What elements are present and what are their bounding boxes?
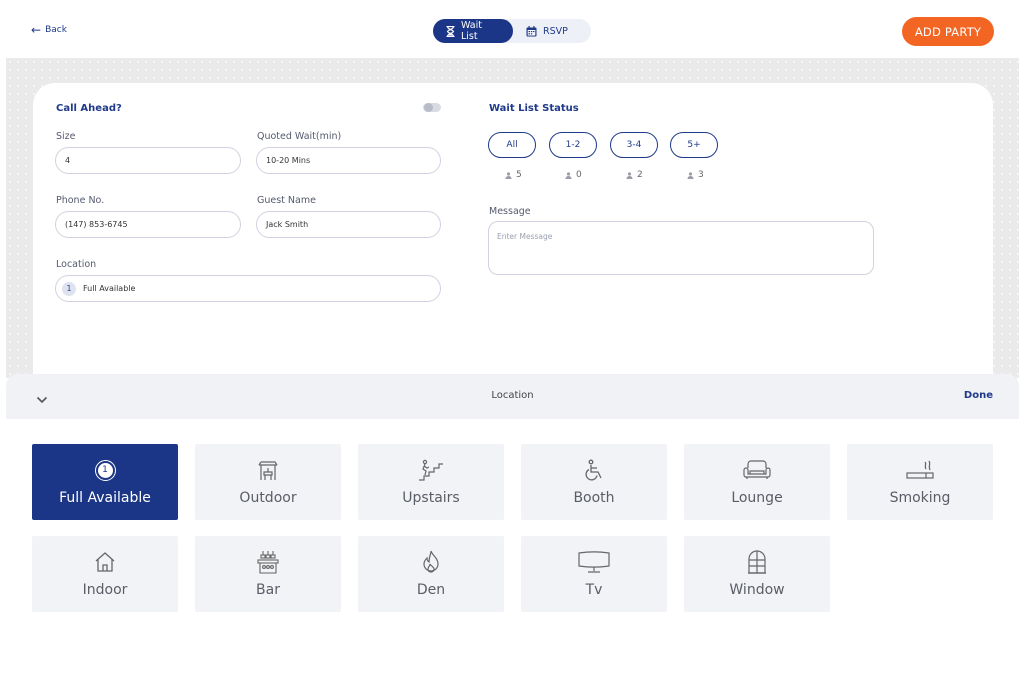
quoted-wait-label: Quoted Wait(min) (257, 131, 342, 142)
person-icon (626, 171, 633, 179)
stairs-icon (418, 458, 444, 482)
location-option-upstairs[interactable]: Upstairs (358, 444, 504, 520)
guest-name-label: Guest Name (257, 195, 316, 206)
count-1-2: 0 (565, 170, 582, 180)
message-label: Message (489, 206, 531, 217)
add-party-button[interactable]: ADD PARTY (902, 17, 994, 46)
person-icon (505, 171, 512, 179)
phone-input[interactable]: (147) 853-6745 (55, 211, 241, 238)
location-option-label: Booth (573, 490, 615, 506)
location-option-tv[interactable]: Tv (521, 536, 667, 612)
count-3-4: 2 (626, 170, 643, 180)
location-option-den[interactable]: Den (358, 536, 504, 612)
arrow-left-icon: ← (31, 23, 42, 37)
location-option-label: Smoking (889, 490, 951, 506)
location-option-full-available[interactable]: 1 Full Available (32, 444, 178, 520)
location-option-label: Upstairs (402, 490, 460, 506)
location-option-lounge[interactable]: Lounge (684, 444, 830, 520)
location-option-label: Indoor (82, 582, 128, 598)
location-option-indoor[interactable]: Indoor (32, 536, 178, 612)
location-option-label: Lounge (731, 490, 783, 506)
hourglass-icon (446, 25, 455, 37)
bar-counter-icon (256, 550, 280, 574)
size-input[interactable]: 4 (55, 147, 241, 174)
wait-list-status-title: Wait List Status (489, 103, 579, 114)
guest-name-input[interactable]: Jack Smith (256, 211, 441, 238)
tv-icon (578, 550, 610, 574)
location-option-booth[interactable]: Booth (521, 444, 667, 520)
number-one-icon: 1 (94, 458, 116, 482)
count-5-plus-value: 3 (698, 170, 704, 180)
quoted-wait-input[interactable]: 10-20 Mins (256, 147, 441, 174)
quoted-wait-value: 10-20 Mins (266, 156, 311, 165)
location-sheet-header: Location Done (6, 374, 1019, 419)
tab-rsvp-label: RSVP (543, 25, 568, 37)
phone-value: (147) 853-6745 (65, 220, 128, 229)
filter-5-plus[interactable]: 5+ (670, 132, 718, 158)
location-option-label: Outdoor (239, 490, 297, 506)
back-button[interactable]: ← Back (31, 24, 67, 36)
count-3-4-value: 2 (637, 170, 643, 180)
location-option-window[interactable]: Window (684, 536, 830, 612)
location-option-label: Bar (256, 582, 280, 598)
call-ahead-toggle[interactable] (423, 103, 441, 112)
person-icon (565, 171, 572, 179)
location-option-label: Full Available (59, 490, 151, 506)
cigarette-icon (906, 458, 934, 482)
sofa-icon (743, 458, 771, 482)
tab-wait-list-label: Wait List (461, 20, 482, 42)
done-button[interactable]: Done (964, 390, 993, 401)
location-sheet-title: Location (491, 390, 534, 401)
guest-name-value: Jack Smith (266, 220, 309, 229)
location-option-label: Den (416, 582, 446, 598)
tab-wait-list[interactable]: Wait List (433, 19, 513, 43)
location-label: Location (56, 259, 97, 270)
count-all: 5 (505, 170, 522, 180)
location-option-bar[interactable]: Bar (195, 536, 341, 612)
message-input[interactable] (489, 222, 873, 274)
count-all-value: 5 (516, 170, 522, 180)
location-number-badge: 1 (62, 281, 76, 296)
full-available-badge: 1 (97, 462, 113, 478)
calendar-icon (526, 25, 537, 37)
wheelchair-icon (583, 458, 605, 482)
phone-label: Phone No. (56, 195, 105, 206)
location-option-outdoor[interactable]: Outdoor (195, 444, 341, 520)
size-label: Size (56, 131, 76, 142)
location-option-label: Window (729, 582, 785, 598)
fireplace-icon (421, 550, 441, 574)
size-value: 4 (65, 156, 71, 165)
pergola-icon (256, 458, 280, 482)
location-option-smoking[interactable]: Smoking (847, 444, 993, 520)
tab-rsvp[interactable]: RSVP (513, 19, 581, 43)
back-label: Back (45, 25, 67, 35)
filter-1-2[interactable]: 1-2 (549, 132, 597, 158)
location-option-label: Tv (585, 582, 603, 598)
house-icon (94, 550, 116, 574)
location-select[interactable]: 1 Full Available (55, 275, 441, 302)
count-5-plus: 3 (687, 170, 704, 180)
person-icon (687, 171, 694, 179)
call-ahead-label: Call Ahead? (56, 103, 122, 114)
view-switcher: Wait List RSVP (433, 19, 591, 43)
message-box (488, 221, 874, 275)
window-icon (747, 550, 767, 574)
location-value: Full Available (83, 284, 136, 293)
filter-all[interactable]: All (488, 132, 536, 158)
count-1-2-value: 0 (576, 170, 582, 180)
top-bar: ← Back Wait List RSVP ADD PARTY (0, 0, 1024, 58)
filter-3-4[interactable]: 3-4 (610, 132, 658, 158)
